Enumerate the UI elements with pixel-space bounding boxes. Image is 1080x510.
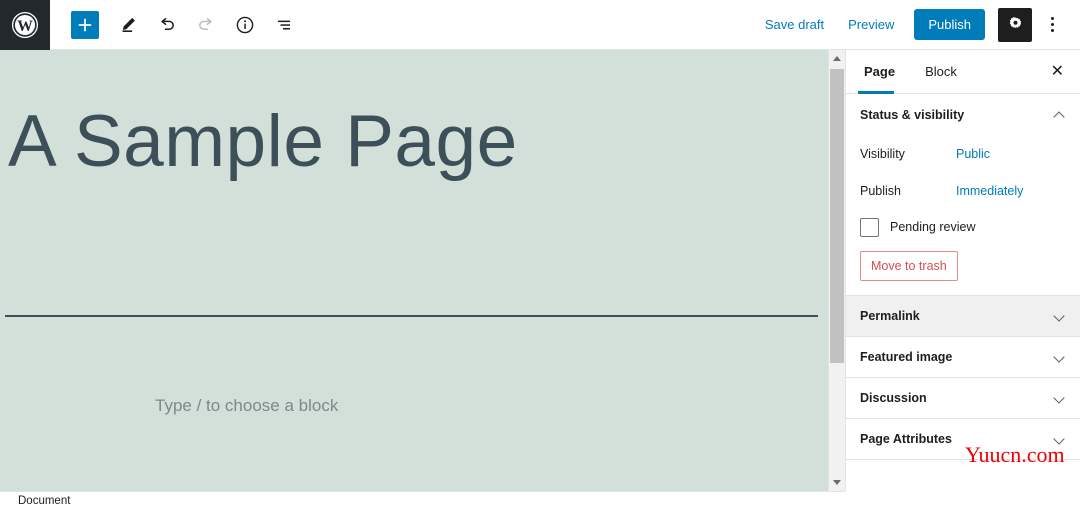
- chevron-down-icon: [1055, 352, 1066, 363]
- tab-page[interactable]: Page: [858, 50, 901, 94]
- close-sidebar-button[interactable]: ✕: [1047, 60, 1068, 84]
- kebab-menu-icon: [1050, 29, 1054, 32]
- editor-canvas[interactable]: A Sample Page Type / to choose a block: [0, 50, 828, 491]
- move-to-trash-button[interactable]: Move to trash: [860, 251, 958, 281]
- pending-review-row[interactable]: Pending review: [860, 209, 1066, 245]
- chevron-down-icon: [1055, 434, 1066, 445]
- post-title[interactable]: A Sample Page: [8, 101, 518, 182]
- pending-review-label: Pending review: [890, 220, 976, 234]
- block-placeholder[interactable]: Type / to choose a block: [155, 396, 338, 416]
- tab-block[interactable]: Block: [919, 50, 963, 94]
- kebab-menu-icon: [1050, 17, 1054, 20]
- publish-button[interactable]: Publish: [914, 9, 985, 40]
- list-view-button[interactable]: [266, 7, 302, 43]
- scrollbar-thumb[interactable]: [830, 69, 844, 363]
- pending-review-checkbox[interactable]: [860, 217, 879, 237]
- chevron-up-icon: [833, 56, 841, 61]
- panel-status-visibility-body: Visibility Public Publish Immediately Pe…: [846, 135, 1080, 296]
- title-divider: [5, 315, 818, 317]
- panel-status-visibility-title: Status & visibility: [860, 107, 965, 122]
- preview-button[interactable]: Preview: [836, 11, 906, 38]
- panel-permalink-header[interactable]: Permalink: [846, 296, 1080, 337]
- redo-button[interactable]: [188, 7, 224, 43]
- settings-toggle-button[interactable]: [998, 7, 1032, 42]
- chevron-down-icon: [1055, 393, 1066, 404]
- wordpress-block-editor: W Save draft Preview Publish A Sample Pa…: [0, 0, 1080, 510]
- publish-label: Publish: [860, 183, 901, 198]
- details-button[interactable]: [227, 7, 263, 43]
- panel-featured-image-title: Featured image: [860, 350, 953, 364]
- panel-discussion-title: Discussion: [860, 391, 927, 405]
- info-circle-icon: [236, 16, 254, 33]
- panel-page-attributes-title: Page Attributes: [860, 432, 952, 446]
- edit-tools-button[interactable]: [110, 7, 146, 43]
- editor-header-toolbar: W Save draft Preview Publish: [0, 0, 1080, 50]
- list-view-icon: [278, 20, 290, 29]
- breadcrumb-document[interactable]: Document: [18, 495, 70, 507]
- save-draft-button[interactable]: Save draft: [753, 11, 836, 38]
- panel-status-visibility-header[interactable]: Status & visibility: [846, 94, 1080, 135]
- scroll-up-button[interactable]: [829, 50, 845, 67]
- wordpress-logo-icon[interactable]: W: [0, 0, 50, 50]
- chevron-down-icon: [1055, 311, 1066, 322]
- gear-icon: [1009, 17, 1021, 29]
- editor-tools-group: [71, 7, 302, 43]
- add-block-button[interactable]: [71, 10, 99, 39]
- publish-value-button[interactable]: Immediately: [956, 184, 1023, 198]
- visibility-label: Visibility: [860, 146, 905, 161]
- panel-permalink-title: Permalink: [860, 309, 920, 323]
- visibility-value-button[interactable]: Public: [956, 147, 990, 161]
- redo-arrow-icon: [199, 17, 212, 30]
- scroll-down-button[interactable]: [829, 474, 845, 491]
- chevron-down-icon: [833, 480, 841, 485]
- svg-text:W: W: [17, 18, 33, 35]
- panel-page-attributes-header[interactable]: Page Attributes: [846, 419, 1080, 460]
- row-publish: Publish Immediately: [860, 172, 1066, 209]
- more-options-button[interactable]: [1036, 8, 1068, 42]
- canvas-scrollbar[interactable]: [828, 50, 845, 491]
- undo-button[interactable]: [149, 7, 185, 43]
- editor-footer-breadcrumb: Document: [0, 491, 845, 510]
- settings-sidebar: Page Block ✕ Status & visibility Visibil…: [845, 50, 1080, 491]
- kebab-menu-icon: [1050, 23, 1054, 26]
- chevron-up-icon: [1055, 109, 1066, 120]
- pencil-icon: [122, 17, 135, 32]
- undo-arrow-icon: [161, 17, 174, 30]
- row-visibility: Visibility Public: [860, 135, 1066, 172]
- panel-featured-image-header[interactable]: Featured image: [846, 337, 1080, 378]
- panel-discussion-header[interactable]: Discussion: [846, 378, 1080, 419]
- sidebar-tabs: Page Block ✕: [846, 50, 1080, 94]
- plus-icon: [78, 18, 92, 31]
- header-actions: Save draft Preview Publish: [753, 0, 1080, 50]
